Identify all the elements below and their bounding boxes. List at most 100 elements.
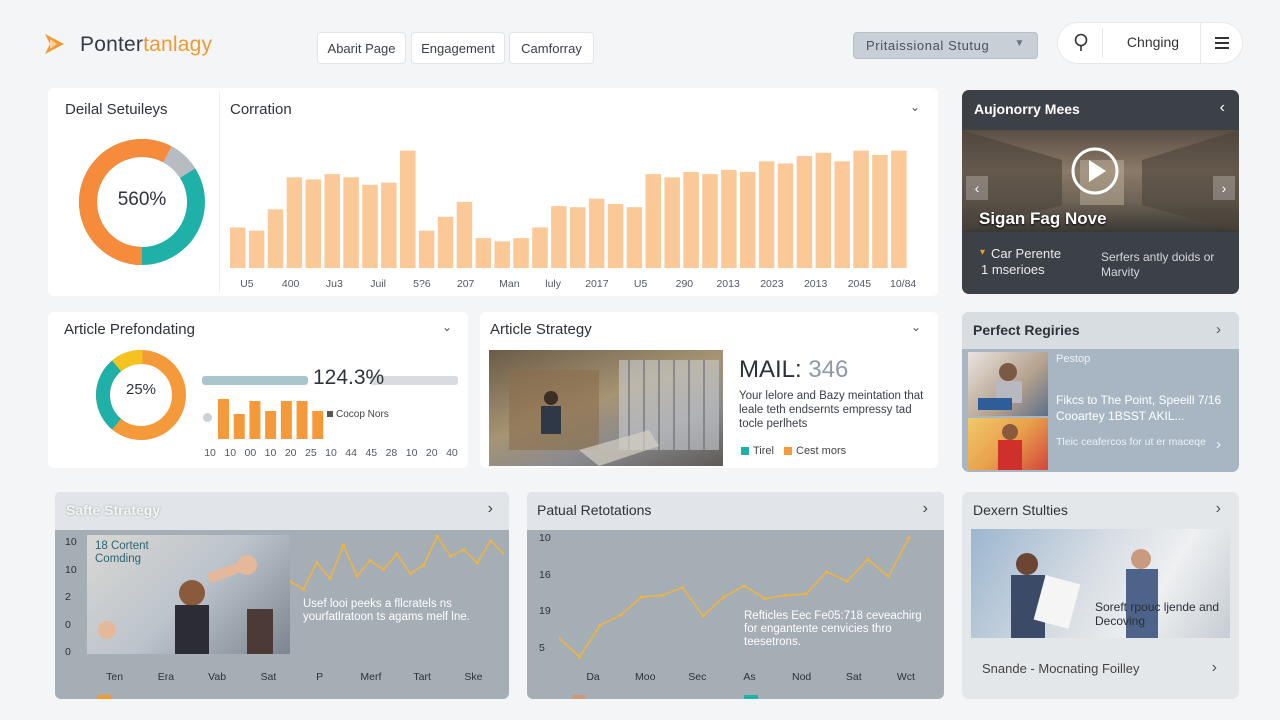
chevron-right-icon[interactable]: › <box>1216 436 1221 453</box>
bar <box>400 150 416 268</box>
chevron-down-icon: ▼ <box>1014 38 1025 49</box>
bar <box>312 411 324 439</box>
menu-button[interactable] <box>1200 22 1242 64</box>
nav-about-page[interactable]: Abarit Page <box>317 32 406 64</box>
tick-label: Nod <box>792 671 812 683</box>
bar <box>267 209 284 268</box>
bar <box>418 230 435 268</box>
tick-label: Era <box>157 671 175 683</box>
bar <box>230 227 246 268</box>
chevron-down-icon[interactable]: ⌄ <box>910 100 920 114</box>
tick-label: Man <box>499 278 520 290</box>
bar <box>475 238 492 268</box>
patual-title: Patual Retotations <box>537 502 652 518</box>
chevron-right-icon[interactable]: › <box>1216 500 1221 518</box>
bar <box>551 206 567 268</box>
status-dropdown[interactable]: Pritaissional Stutug ▼ <box>853 32 1038 59</box>
nav-engagement[interactable]: Engagement <box>411 32 505 64</box>
tick-label: Vab <box>208 671 227 683</box>
data-point <box>328 576 332 580</box>
bar <box>570 207 586 268</box>
bar <box>796 156 813 268</box>
perfect-item1-text[interactable]: Fikcs to The Point, Speeill 7/16 Cooarte… <box>1056 392 1228 424</box>
patual-panel: Patual Retotations › Refticles Eec Fe05:… <box>527 492 944 699</box>
tick-label: 10 <box>539 532 551 544</box>
perfect-item2-text[interactable]: Tleic ceafercos for ut er maceqe <box>1056 436 1206 449</box>
data-point <box>301 587 305 591</box>
progress-track-left <box>202 376 308 385</box>
bar <box>249 401 261 439</box>
tick-label: 10 <box>204 447 216 459</box>
chevron-right-icon[interactable]: › <box>1212 659 1217 677</box>
autonomy-title: Aujonorry Mees <box>974 101 1080 117</box>
bar <box>265 411 277 439</box>
data-point <box>577 655 582 659</box>
series-line <box>290 534 504 591</box>
progress-marker <box>572 695 586 699</box>
bar <box>721 169 737 268</box>
data-point <box>355 574 359 578</box>
article-pref-x-axis: 10 10 00 10 20 25 10 44 45 28 10 20 40 <box>200 447 462 459</box>
tick-label: 40 <box>446 447 458 459</box>
article-pref-big-value: 124.3% <box>313 366 385 389</box>
data-point <box>722 595 726 599</box>
legend-swatch-teal <box>741 447 749 455</box>
video-meta-author: Car Perente <box>991 246 1062 261</box>
video-meta-count: 1 mserioes <box>981 262 1045 277</box>
data-point <box>804 592 808 596</box>
data-point <box>598 623 602 627</box>
chevron-down-icon[interactable]: ⌄ <box>911 320 921 334</box>
chevron-left-icon[interactable]: ‹ <box>1220 99 1225 117</box>
tick-label: 16 <box>539 568 551 581</box>
perfect-item1-label: Pestop <box>1056 353 1091 365</box>
play-icon[interactable] <box>1070 146 1120 196</box>
data-point <box>489 539 493 543</box>
patual-y-axis: 10 16 19 5 <box>539 532 555 654</box>
lightbulb-icon[interactable] <box>1072 32 1090 54</box>
logo-icon <box>45 34 64 54</box>
tick-label: 10 <box>325 447 337 459</box>
tick-label: P <box>316 671 324 683</box>
safte-card-title: 18 Cortent Comding <box>95 540 149 565</box>
tick-label: Moo <box>634 671 656 683</box>
autonomy-panel: Aujonorry Mees ‹ ‹ › Sigan Fag Nove ▾ Ca… <box>962 90 1239 294</box>
chevron-right-icon[interactable]: › <box>1216 321 1221 338</box>
article-pref-title: Article Prefondating <box>64 321 195 338</box>
bar <box>532 227 548 268</box>
perfect-panel: Perfect Regiries › Pestop Fikcs to The P… <box>962 312 1239 472</box>
bar <box>381 182 397 268</box>
laptop-user-image <box>968 352 1048 416</box>
hamburger-icon <box>1215 37 1229 49</box>
tick-label: 2017 <box>585 278 609 290</box>
bar <box>853 150 869 268</box>
tick-label: 2 <box>65 591 71 603</box>
legend-swatch-orange <box>784 447 792 455</box>
safte-y-axis: 10 10 2 0 0 <box>65 536 81 658</box>
dexern-title: Dexern Stulties <box>973 502 1068 518</box>
tick-label: 20 <box>425 447 438 459</box>
nav-camforray[interactable]: Camforray <box>509 32 594 64</box>
tick-label: 2013 <box>803 278 828 290</box>
bar <box>872 154 888 268</box>
data-point <box>341 543 346 547</box>
safte-panel: Safte Strategy › 18 Cortent Comding Usef… <box>55 492 509 699</box>
chevron-right-icon[interactable]: › <box>923 500 928 518</box>
tick-label: 5 <box>539 642 545 654</box>
bar <box>456 201 473 268</box>
next-slide-button[interactable]: › <box>1213 176 1235 200</box>
bar <box>280 401 292 439</box>
video-title: Sigan Fag Nove <box>979 209 1107 228</box>
caret-icon: ▾ <box>980 247 986 258</box>
chevron-down-icon[interactable]: ⌄ <box>442 320 452 334</box>
chevron-right-icon[interactable]: › <box>488 500 493 518</box>
tick-label: 207 <box>456 278 475 290</box>
article-strategy-legend2: Cest mors <box>796 445 847 457</box>
dexern-footer[interactable]: Snande - Mocnating Foilley <box>982 661 1140 676</box>
changing-button[interactable]: Chnging <box>1110 34 1196 50</box>
tick-label: 10 <box>65 536 77 548</box>
dexern-overlay-text: Soreft rpouc ljende and Decoving <box>1095 600 1220 628</box>
tick-label: Ske <box>464 671 483 683</box>
bar <box>218 399 229 439</box>
bar <box>626 207 643 268</box>
prev-slide-button[interactable]: ‹ <box>966 176 988 200</box>
